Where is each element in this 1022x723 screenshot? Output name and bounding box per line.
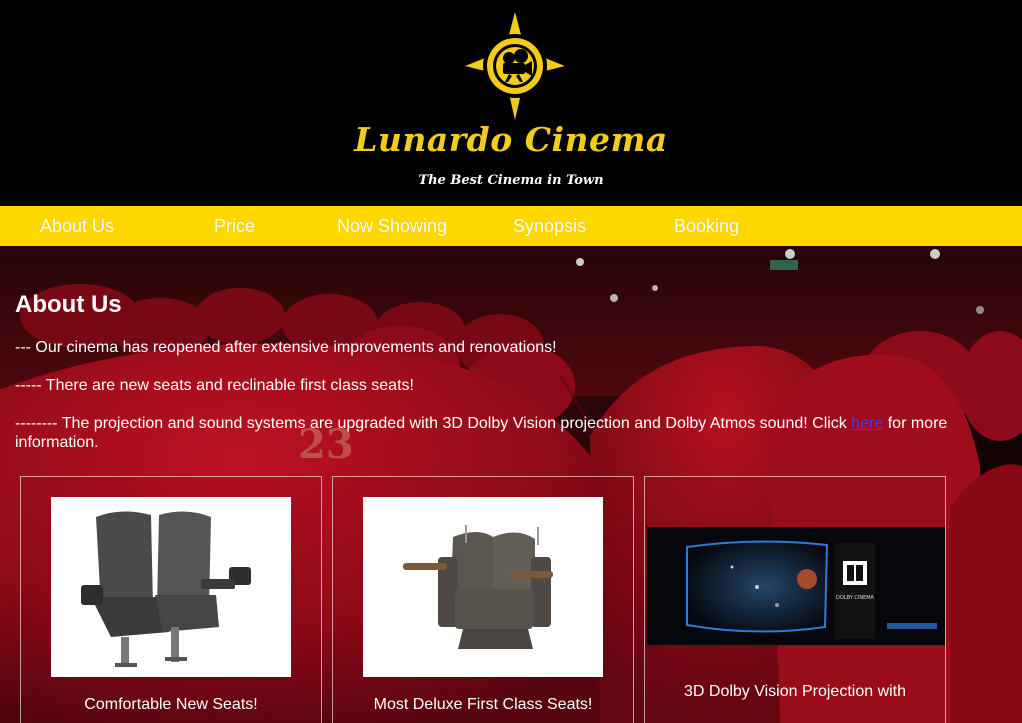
dolby-cinema-image: DOLBY CINEMA	[647, 527, 945, 645]
about-paragraph-2: ----- There are new seats and reclinable…	[15, 377, 414, 394]
nav-item-price[interactable]: Price	[214, 206, 255, 246]
about-heading: About Us	[15, 291, 122, 318]
main-navigation: About Us Price Now Showing Synopsis Book…	[0, 206, 1022, 246]
recliner-sofa-illustration-icon	[403, 525, 553, 649]
nav-item-about-us[interactable]: About Us	[40, 206, 114, 246]
cinema-camera-star-logo-icon[interactable]	[461, 10, 569, 122]
brand-tagline: The Best Cinema in Town	[418, 173, 604, 188]
new-seats-image	[51, 497, 291, 677]
more-info-link[interactable]: here	[851, 415, 883, 432]
brand-name: Lunardo Cinema	[354, 120, 668, 159]
about-paragraph-3: -------- The projection and sound system…	[15, 414, 965, 452]
dolby-cinema-screen-illustration-icon: DOLBY CINEMA	[647, 527, 945, 645]
first-class-seats-caption: Most Deluxe First Class Seats!	[373, 696, 593, 713]
feature-card-new-seats: Comfortable New Seats!	[20, 476, 322, 723]
about-paragraph-3-text: -------- The projection and sound system…	[15, 415, 852, 432]
new-seats-caption: Comfortable New Seats!	[84, 696, 258, 713]
nav-item-synopsis[interactable]: Synopsis	[513, 206, 586, 246]
about-paragraph-1: --- Our cinema has reopened after extens…	[15, 339, 557, 356]
dolby-vision-caption: 3D Dolby Vision Projection with	[683, 683, 907, 700]
about-section: 23 About Us --- Our cinema has reopened …	[0, 246, 1022, 723]
cinema-chairs-illustration-icon	[81, 511, 251, 667]
feature-card-first-class-seats: Most Deluxe First Class Seats!	[332, 476, 634, 723]
site-header: Lunardo Cinema The Best Cinema in Town	[0, 0, 1022, 206]
nav-item-booking[interactable]: Booking	[674, 206, 739, 246]
first-class-seats-image	[363, 497, 603, 677]
nav-item-now-showing[interactable]: Now Showing	[337, 206, 447, 246]
feature-card-dolby-vision: DOLBY CINEMA 3D Dolby Vision Projection …	[644, 476, 946, 723]
dolby-cinema-label: DOLBY CINEMA	[836, 595, 875, 601]
